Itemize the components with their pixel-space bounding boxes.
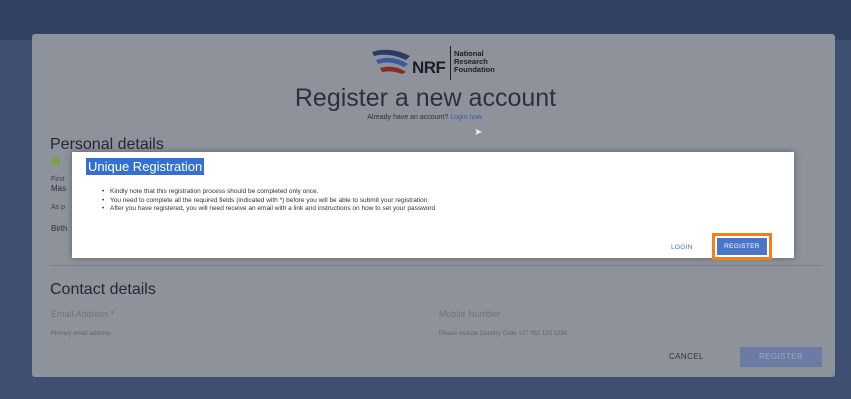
mouse-cursor-icon: ➤ bbox=[474, 127, 483, 138]
id-badge[interactable] bbox=[51, 157, 60, 166]
section-divider bbox=[50, 265, 822, 266]
logo-wordmark: National Research Foundation bbox=[454, 50, 495, 74]
nrf-logo: NRF National Research Foundation bbox=[370, 44, 520, 86]
dialog-register-button[interactable]: REGISTER bbox=[717, 238, 767, 255]
list-item: After you have registered, you will need… bbox=[102, 205, 435, 214]
list-item: Kindly note that this registration proce… bbox=[102, 188, 435, 197]
page-title: Register a new account bbox=[294, 84, 557, 112]
hint-fragment: As p bbox=[51, 204, 66, 211]
login-now-link[interactable]: Login now. bbox=[450, 114, 483, 121]
mobile-number-hint: Please include Country Code +27 082 123 … bbox=[439, 331, 567, 337]
nrf-emblem-icon bbox=[372, 49, 410, 74]
logo-line-3: Foundation bbox=[454, 65, 495, 74]
logo-separator bbox=[450, 46, 451, 80]
contact-details-heading: Contact details bbox=[50, 281, 156, 298]
birth-label-fragment: Birth bbox=[51, 224, 68, 233]
name-value-fragment: Mas bbox=[51, 184, 67, 193]
unique-registration-dialog: Unique Registration Kindly note that thi… bbox=[72, 152, 794, 260]
dialog-notes-list: Kindly note that this registration proce… bbox=[102, 188, 435, 214]
email-hint: Primary email address bbox=[51, 331, 111, 337]
list-item: You need to complete all the required fi… bbox=[102, 197, 435, 206]
cancel-button[interactable]: CANCEL bbox=[669, 352, 704, 361]
register-button[interactable]: REGISTER bbox=[740, 347, 822, 367]
login-prompt-text: Already have an account? bbox=[367, 114, 449, 121]
logo-abbreviation: NRF bbox=[412, 58, 446, 77]
email-field[interactable]: Email Address * bbox=[51, 309, 115, 319]
login-prompt: Already have an account? Login now. bbox=[0, 114, 851, 121]
first-name-label-fragment: First bbox=[51, 176, 65, 183]
dialog-login-button[interactable]: LOGIN bbox=[671, 244, 693, 251]
dialog-title: Unique Registration bbox=[86, 158, 205, 175]
mobile-number-field[interactable]: Mobile Number bbox=[439, 309, 500, 319]
